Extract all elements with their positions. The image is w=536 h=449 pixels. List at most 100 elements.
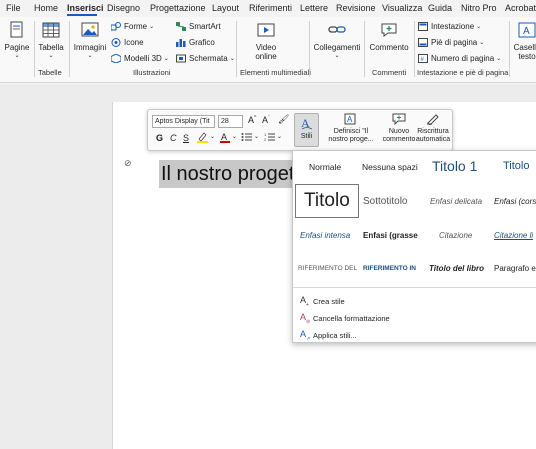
smartart-icon xyxy=(176,22,186,31)
screenshot-icon xyxy=(176,54,186,63)
modelli-3d-button[interactable]: Modelli 3D ⌄ xyxy=(110,53,169,64)
intestazione-button[interactable]: Intestazione ⌄ xyxy=(418,22,481,31)
tabella-label: Tabella xyxy=(38,43,64,52)
numbering-icon[interactable]: 12 xyxy=(264,132,275,144)
casella-label-line1: Casella xyxy=(513,43,536,52)
casella-label-line2: testo xyxy=(518,52,536,61)
definisci-stile-button[interactable]: A Definisci "Il nostro proge... xyxy=(325,113,377,144)
bold-button[interactable]: G xyxy=(156,133,163,143)
video-online-button[interactable]: Video online xyxy=(248,21,284,61)
crea-stile-command[interactable]: A+ Crea stile xyxy=(300,295,345,308)
style-riferimento-intenso[interactable]: RIFERIMENTO IN xyxy=(363,265,416,272)
style-titolo-del-libro[interactable]: Titolo del libro xyxy=(429,264,484,273)
bullets-dropdown-icon[interactable]: ⌄ xyxy=(254,133,259,140)
commento-button[interactable]: Commento xyxy=(367,21,411,52)
link-icon xyxy=(328,26,346,33)
font-size-box[interactable]: 28 xyxy=(218,115,243,128)
page-number-icon: # xyxy=(418,54,428,63)
grow-font-icon[interactable]: A^ xyxy=(248,115,256,125)
pages-icon xyxy=(10,21,23,38)
tab-nitro-pro[interactable]: Nitro Pro xyxy=(461,3,497,13)
style-enfasi-corsivo[interactable]: Enfasi (cors xyxy=(494,197,536,206)
tab-guida[interactable]: Guida xyxy=(428,3,452,13)
applica-stili-label: Applica stili... xyxy=(313,330,357,340)
icons-icon xyxy=(111,38,121,47)
style-sottotitolo[interactable]: Sottotitolo xyxy=(363,196,407,207)
group-label-illustrazioni: Illustrazioni xyxy=(133,68,171,77)
style-enfasi-delicata[interactable]: Enfasi delicata xyxy=(430,197,482,206)
underline-button[interactable]: S xyxy=(183,133,189,143)
style-normale[interactable]: Normale xyxy=(309,162,341,172)
font-color-icon[interactable]: A xyxy=(220,131,230,145)
pagine-label: Pagine xyxy=(4,43,30,52)
collegamenti-button[interactable]: Collegamenti ⌄ xyxy=(312,21,362,61)
tabella-button[interactable]: Tabella ⌄ xyxy=(37,21,65,61)
style-enfasi-intensa[interactable]: Enfasi intensa xyxy=(300,231,350,240)
svg-text:A: A xyxy=(221,132,227,142)
tab-visualizza[interactable]: Visualizza xyxy=(382,3,422,13)
group-label-commenti: Commenti xyxy=(372,68,407,77)
gallery-divider xyxy=(293,287,536,288)
format-painter-icon[interactable]: 🖌 xyxy=(278,114,289,125)
text-box-icon: A xyxy=(518,22,536,38)
grafico-button[interactable]: Grafico xyxy=(176,38,215,47)
separator xyxy=(69,21,70,77)
style-nessuna-spaziatura[interactable]: Nessuna spazi xyxy=(362,162,418,172)
riscrittura-automatica-button[interactable]: Riscrittura automatica xyxy=(414,113,452,144)
tab-layout[interactable]: Layout xyxy=(212,3,239,13)
forme-button[interactable]: Forme ⌄ xyxy=(110,22,154,31)
style-citazione-intensa[interactable]: Citazione li xyxy=(494,231,533,240)
numbering-dropdown-icon[interactable]: ⌄ xyxy=(277,133,282,140)
highlight-icon[interactable] xyxy=(197,131,208,145)
tab-home[interactable]: Home xyxy=(34,3,58,13)
style-paragrafo-elenco[interactable]: Paragrafo e xyxy=(494,264,536,273)
applica-stili-command[interactable]: A↗ Applica stili... xyxy=(300,329,357,342)
separator xyxy=(414,21,415,77)
nuovo-label-line1: Nuovo xyxy=(388,128,410,135)
schermata-button[interactable]: Schermata ⌄ xyxy=(176,54,235,63)
casella-testo-button[interactable]: A Casella testo xyxy=(512,21,536,61)
style-titolo-1[interactable]: Titolo 1 xyxy=(432,158,477,174)
shapes-icon xyxy=(110,22,121,31)
rewrite-icon xyxy=(427,114,439,126)
selected-heading-text[interactable]: Il nostro progetto xyxy=(159,160,296,188)
tab-acrobat[interactable]: Acrobat xyxy=(505,3,536,13)
style-citazione[interactable]: Citazione xyxy=(439,231,472,240)
immagini-button[interactable]: Immagini ⌄ xyxy=(72,21,108,61)
styles-icon: A xyxy=(301,116,312,130)
definisci-label-line2: nostro proge... xyxy=(328,136,374,143)
stili-button[interactable]: A Stili xyxy=(294,113,319,147)
highlight-dropdown-icon[interactable]: ⌄ xyxy=(210,133,215,140)
tab-disegno[interactable]: Disegno xyxy=(107,3,140,13)
smartart-button[interactable]: SmartArt xyxy=(176,22,221,31)
tab-progettazione[interactable]: Progettazione xyxy=(150,3,206,13)
tab-revisione[interactable]: Revisione xyxy=(336,3,376,13)
style-titolo-2[interactable]: Titolo xyxy=(503,160,530,172)
tab-inserisci[interactable]: Inserisci xyxy=(67,3,104,13)
cancella-formattazione-command[interactable]: A⊘ Cancella formattazione xyxy=(300,312,390,325)
nuovo-commento-button[interactable]: Nuovo commento xyxy=(380,113,418,144)
commento-label: Commento xyxy=(369,43,409,52)
separator xyxy=(364,21,365,77)
tab-file[interactable]: File xyxy=(6,3,21,13)
pie-di-pagina-button[interactable]: Piè di pagina ⌄ xyxy=(418,38,484,47)
icone-button[interactable]: Icone xyxy=(111,38,144,47)
bullets-icon[interactable] xyxy=(241,132,252,144)
cube-icon xyxy=(110,53,122,64)
tab-riferimenti[interactable]: Riferimenti xyxy=(249,3,292,13)
pagine-button[interactable]: Pagine ⌄ xyxy=(4,21,30,61)
ribbon: Pagine ⌄ Tabella ⌄ Tabelle Immagini ⌄ Fo… xyxy=(0,17,536,83)
style-riferimento-delicato[interactable]: RIFERIMENTO DEL xyxy=(298,265,357,272)
font-color-dropdown-icon[interactable]: ⌄ xyxy=(232,133,237,140)
style-enfasi-grassetto[interactable]: Enfasi (grasse xyxy=(363,231,418,240)
video-label-line1: Video xyxy=(255,43,277,52)
font-name-box[interactable]: Aptos Display (Tit xyxy=(152,115,215,128)
style-titolo[interactable]: Titolo xyxy=(295,184,359,218)
group-label-tabelle: Tabelle xyxy=(38,68,62,77)
shrink-font-icon[interactable]: Aˇ xyxy=(262,115,270,125)
group-label-multimediali: Elementi multimediali xyxy=(240,68,311,77)
header-icon xyxy=(418,22,428,31)
numero-di-pagina-button[interactable]: # Numero di pagina ⌄ xyxy=(418,54,501,63)
tab-lettere[interactable]: Lettere xyxy=(300,3,328,13)
italic-button[interactable]: C xyxy=(170,133,177,143)
